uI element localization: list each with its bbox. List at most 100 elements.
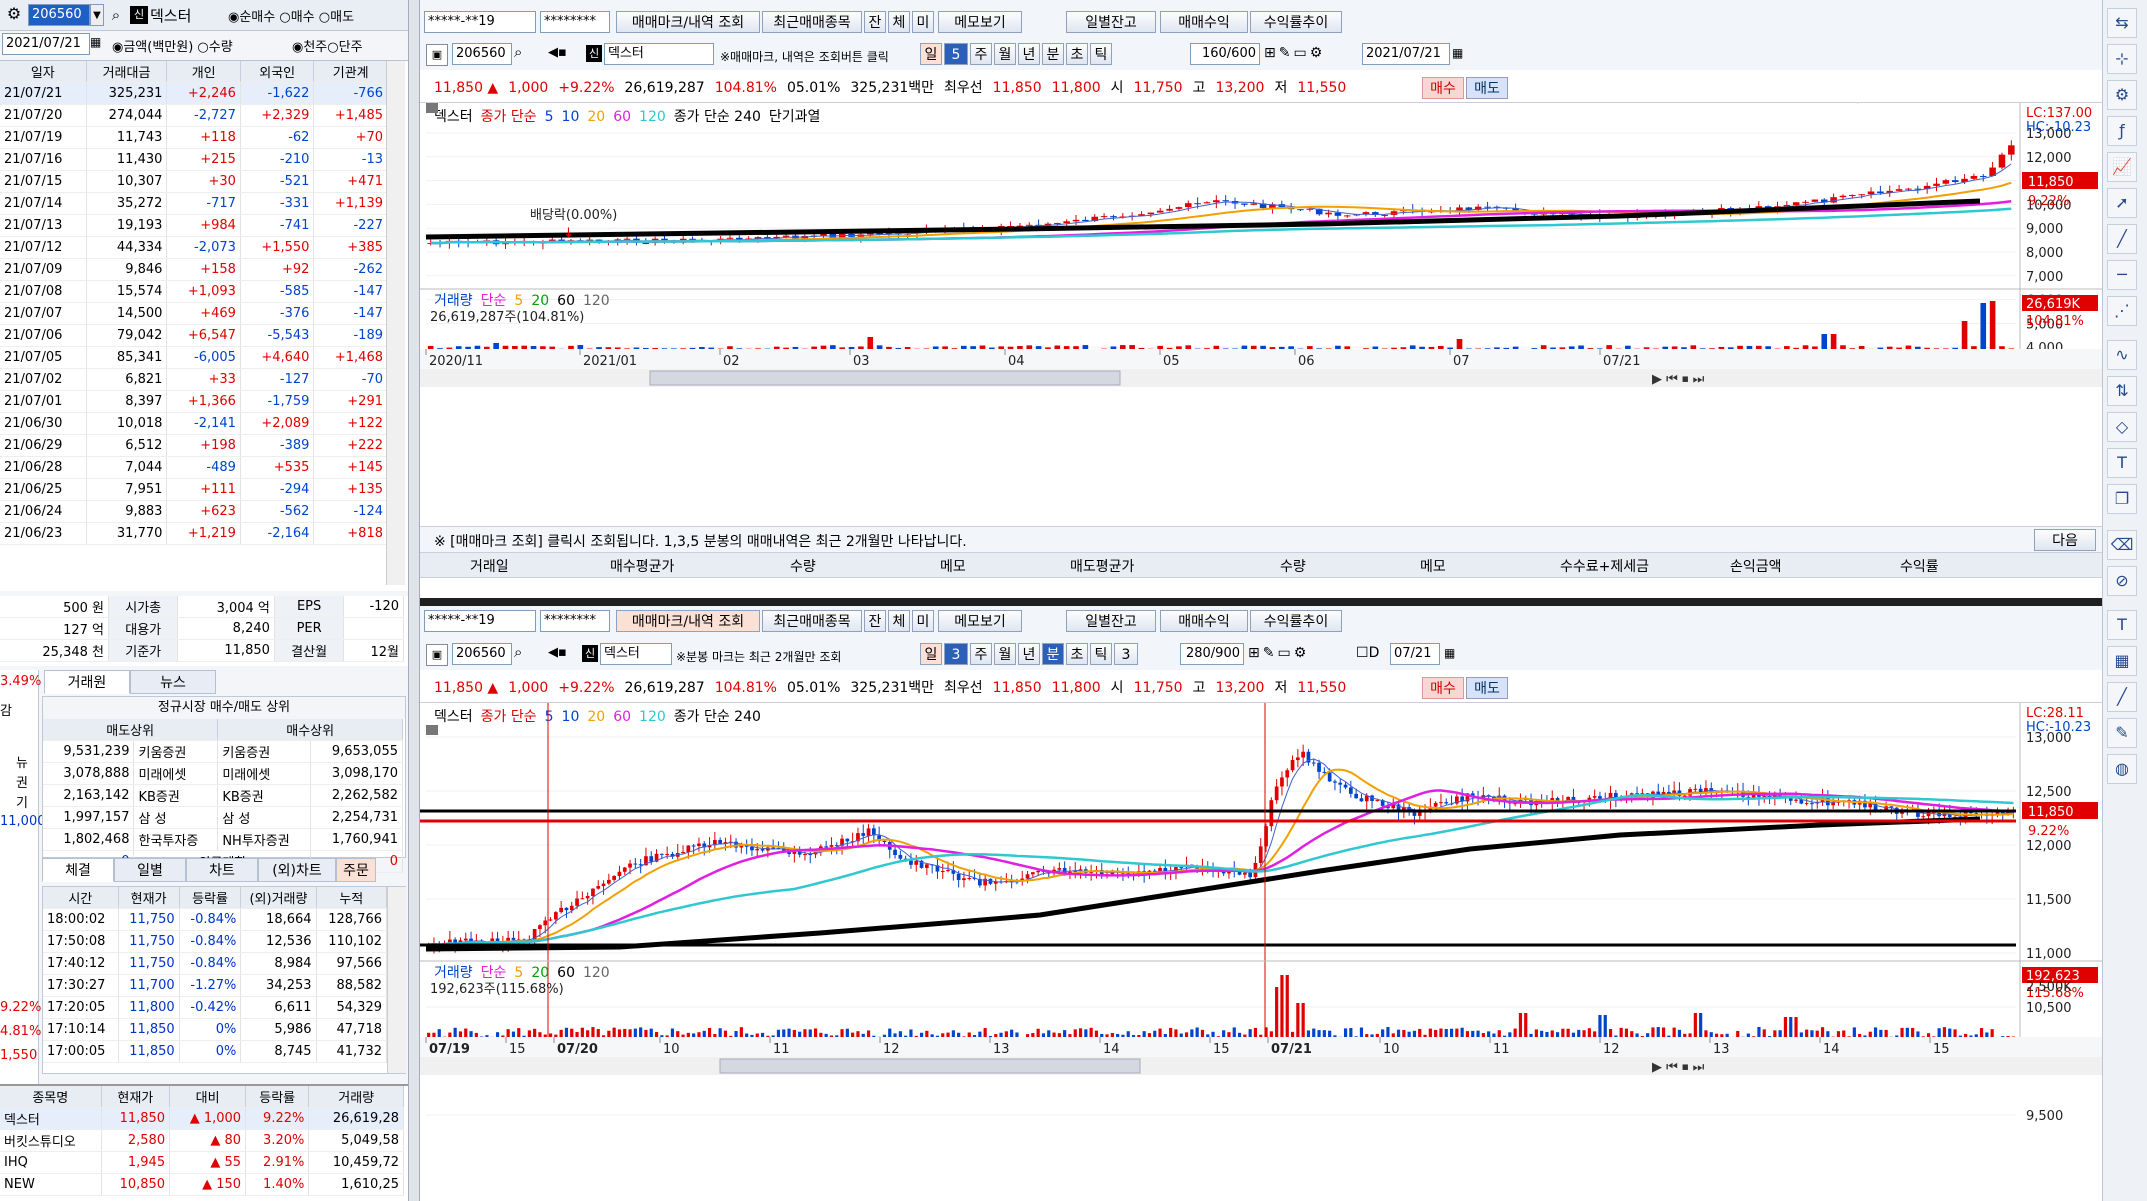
indicator-icon[interactable]: 📈	[2107, 152, 2137, 182]
table-row[interactable]: 21/07/21 325,231 +2,246 -1,622 -766	[0, 82, 388, 105]
grid-icon[interactable]: ▦	[2107, 646, 2137, 676]
chart-menu-icon[interactable]	[426, 725, 438, 735]
table-row[interactable]: 2,163,142 KB증권 KB증권 2,262,582	[43, 784, 403, 807]
account-select[interactable]: *****-**19	[424, 610, 536, 632]
table-row[interactable]: 21/07/07 14,500 +469 -376 -147	[0, 302, 388, 325]
period-button-6[interactable]: 초	[1066, 643, 1088, 665]
toolbar-button-2[interactable]: 잔	[864, 11, 886, 33]
legend-item[interactable]: 120	[639, 709, 666, 725]
column-header[interactable]: 누적	[316, 887, 388, 909]
settings-icon[interactable]: ⚙	[4, 4, 24, 24]
tab-4[interactable]: 주문	[336, 858, 376, 882]
unit-radio[interactable]: ◉금액(백만원) ○수량	[112, 36, 233, 55]
column-header[interactable]: 메모	[1420, 556, 1446, 576]
password-input[interactable]: ********	[540, 11, 610, 33]
column-header[interactable]: 개인	[166, 61, 241, 83]
column-header[interactable]: 수량	[790, 556, 816, 576]
legend-item[interactable]: 20	[587, 109, 605, 125]
table-row[interactable]: 21/07/02 6,821 +33 -127 -70	[0, 368, 388, 391]
search-icon[interactable]: ⌕	[514, 43, 522, 61]
column-header[interactable]: 수익률	[1900, 556, 1939, 576]
chart-type-icon[interactable]: ▣	[426, 644, 448, 666]
top-chart-area[interactable]: 덱스터 종가 단순 5 10 20 60 120 종가 단순 240 단기과열 13,000 12,…	[420, 91, 2102, 499]
speaker-icon[interactable]: ◀▪	[548, 645, 567, 660]
period-button-4[interactable]: 년	[1018, 43, 1040, 65]
tab-news[interactable]: 뉴스	[130, 670, 216, 694]
legend-item[interactable]: 종가 단순	[481, 709, 537, 725]
chart-date-input[interactable]: 07/21	[1390, 643, 1440, 665]
table-row[interactable]: 21/07/01 8,397 +1,366 -1,759 +291	[0, 390, 388, 413]
eraser-icon[interactable]: ⌫	[2107, 530, 2137, 560]
tab-3[interactable]: (외)차트	[258, 858, 336, 882]
toolbar-button-6[interactable]: 일별잔고	[1066, 610, 1156, 632]
shape-icon[interactable]: ◇	[2107, 412, 2137, 442]
text-icon[interactable]: T	[2107, 610, 2137, 640]
legend-item[interactable]: 덱스터	[434, 109, 473, 125]
column-header[interactable]: 손익금액	[1730, 556, 1782, 576]
tab-0[interactable]: 체결	[42, 858, 114, 882]
legend-item[interactable]: 덱스터	[434, 709, 473, 725]
search-icon[interactable]: ⌕	[514, 643, 522, 661]
toolbar-button-1[interactable]: 최근매매종목	[762, 11, 862, 33]
column-header[interactable]: 등락률	[245, 1086, 310, 1108]
search-icon[interactable]: ⌕	[106, 4, 126, 26]
toolbar-button-5[interactable]: 메모보기	[938, 11, 1022, 33]
period-button-2[interactable]: 주	[970, 43, 992, 65]
column-header[interactable]: 매도평균가	[1070, 556, 1134, 576]
trend-line-icon[interactable]: ╱	[2107, 224, 2137, 254]
password-input[interactable]: ********	[540, 610, 610, 632]
column-header[interactable]: 등락률	[179, 887, 242, 909]
radio-net-buy[interactable]: ◉순매수	[228, 10, 275, 25]
period-button-5[interactable]: 분	[1042, 43, 1064, 65]
bottom-price-chart-svg[interactable]: 덱스터 종가 단순 5 10 20 60 120 종가 단순 24013,00012,5001…	[420, 703, 2102, 1201]
table-row[interactable]: 21/07/09 9,846 +158 +92 -262	[0, 258, 388, 281]
order-radio-group[interactable]: ◉순매수 ○매수 ○매도	[228, 6, 354, 25]
toolbar-button-4[interactable]: 미	[912, 610, 934, 632]
count-input[interactable]: 160/600	[1190, 43, 1260, 65]
chart-scrollbar[interactable]	[420, 1057, 2102, 1075]
tab-2[interactable]: 차트	[186, 858, 258, 882]
table-row[interactable]: 21/06/29 6,512 +198 -389 +222	[0, 434, 388, 457]
table-row[interactable]: 21/07/19 11,743 +118 -62 +70	[0, 126, 388, 149]
calendar-icon[interactable]: ▦	[1452, 46, 1463, 60]
text-icon[interactable]: T	[2107, 448, 2137, 478]
period-button-6[interactable]: 초	[1066, 43, 1088, 65]
table-row[interactable]: 21/07/16 11,430 +215 -210 -13	[0, 148, 388, 171]
table-row[interactable]: 21/06/24 9,883 +623 -562 -124	[0, 500, 388, 523]
auto-line-icon[interactable]: ⋰	[2107, 296, 2137, 326]
stock-code-input[interactable]: 206560	[28, 4, 90, 26]
chart-nav-controls[interactable]: ▶ ⏮ ⏹ ⏭	[1652, 1060, 1705, 1075]
column-header[interactable]: 매수평균가	[610, 556, 674, 576]
table-row[interactable]: 21/06/30 10,018 -2,141 +2,089 +122	[0, 412, 388, 435]
column-header[interactable]: 현재가	[118, 887, 180, 909]
toolbar-button-8[interactable]: 수익률추이	[1250, 11, 1342, 33]
period-button-3[interactable]: 월	[994, 43, 1016, 65]
edit-icon[interactable]: ✎	[2107, 718, 2137, 748]
date-input[interactable]: 2021/07/21	[2, 33, 90, 55]
toolbar-button-4[interactable]: 미	[912, 11, 934, 33]
toolbar-button-7[interactable]: 매매수익	[1160, 610, 1248, 632]
scrollbar-thumb[interactable]	[649, 370, 1121, 386]
table-row[interactable]: 1,997,157 삼 성삼 성 2,254,731	[43, 806, 403, 829]
toolbar-button-3[interactable]: 체	[888, 11, 910, 33]
sell-button[interactable]: 매도	[1466, 677, 1508, 699]
formula-icon[interactable]: ƒ	[2107, 116, 2137, 146]
table-row[interactable]: 21/07/06 79,042 +6,547 -5,543 -189	[0, 324, 388, 347]
period-button-1[interactable]: 3	[944, 643, 968, 665]
toolbar-button-6[interactable]: 일별잔고	[1066, 11, 1156, 33]
table-row[interactable]: 17:00:05 11,850 0% 8,745 41,732	[43, 1040, 388, 1063]
crosshair-icon[interactable]: ⊹	[2107, 44, 2137, 74]
table-row[interactable]: 17:50:08 11,750 -0.84% 12,536 110,102	[43, 930, 388, 953]
column-header[interactable]: 기관계	[313, 61, 388, 83]
legend-item[interactable]: 10	[562, 109, 580, 125]
date-checkbox[interactable]: ☐D	[1356, 645, 1379, 661]
legend-item[interactable]: 종가 단순 240	[674, 109, 761, 125]
table-row[interactable]: 17:20:05 11,800 -0.42% 6,611 54,329	[43, 996, 388, 1019]
table-row[interactable]: 21/07/13 19,193 +984 -741 -227	[0, 214, 388, 237]
toolbar-arrow-icon[interactable]: ⇆	[2107, 8, 2137, 38]
chart-tool-icons[interactable]: ⊞✎▭⚙	[1264, 45, 1325, 61]
globe-icon[interactable]: ◍	[2107, 754, 2137, 784]
chart-code-input[interactable]: 206560	[452, 643, 512, 665]
speaker-icon[interactable]: ◀▪	[548, 45, 567, 60]
hline-icon[interactable]: ─	[2107, 260, 2137, 290]
